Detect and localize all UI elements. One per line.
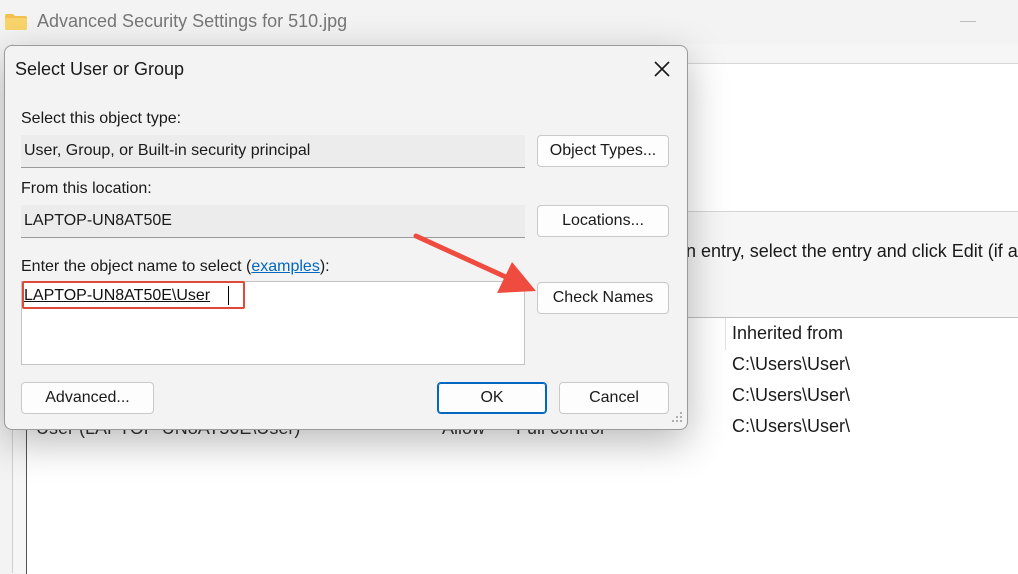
examples-link[interactable]: examples [251, 258, 319, 275]
highlight-box [22, 281, 245, 309]
folder-icon [5, 14, 27, 30]
location-field: LAPTOP-UN8AT50E [21, 205, 525, 238]
background-instruction-text: n entry, select the entry and click Edit… [686, 241, 1018, 261]
ok-button[interactable]: OK [437, 382, 547, 414]
locations-button[interactable]: Locations... [537, 205, 669, 237]
close-button[interactable] [648, 56, 676, 82]
check-names-button[interactable]: Check Names [537, 282, 669, 314]
object-type-field: User, Group, or Built-in security princi… [21, 135, 525, 168]
inherited-from-cell: C:\Users\User\ [732, 385, 851, 405]
object-name-input[interactable]: LAPTOP-UN8AT50E\User [21, 281, 525, 365]
resize-grip-icon[interactable] [671, 411, 683, 423]
object-name-label-prefix: Enter the object name to select ( [21, 258, 252, 275]
background-window-title: Advanced Security Settings for 510.jpg [37, 11, 348, 31]
column-header-inherited-from[interactable]: Inherited from [732, 323, 843, 344]
select-user-or-group-dialog: Select User or Group Select this object … [4, 45, 688, 430]
divider [686, 211, 1018, 212]
object-name-label: Enter the object name to select (example… [21, 258, 330, 276]
location-label: From this location: [21, 180, 152, 197]
object-types-button[interactable]: Object Types... [537, 135, 669, 167]
inherited-from-cell: C:\Users\User\ [732, 416, 851, 436]
dialog-title: Select User or Group [15, 59, 185, 79]
minimize-button[interactable] [960, 21, 976, 22]
background-owner-area [686, 63, 1018, 212]
object-name-label-suffix: ): [319, 258, 330, 275]
location-value: LAPTOP-UN8AT50E [24, 212, 172, 229]
object-type-label: Select this object type: [21, 110, 182, 127]
cancel-button[interactable]: Cancel [559, 382, 669, 414]
object-type-value: User, Group, or Built-in security princi… [24, 142, 311, 159]
column-divider [725, 318, 726, 350]
close-icon [654, 61, 670, 77]
advanced-button[interactable]: Advanced... [21, 382, 154, 414]
background-window-titlebar: Advanced Security Settings for 510.jpg [0, 0, 1018, 44]
inherited-from-cell: C:\Users\User\ [732, 354, 851, 374]
